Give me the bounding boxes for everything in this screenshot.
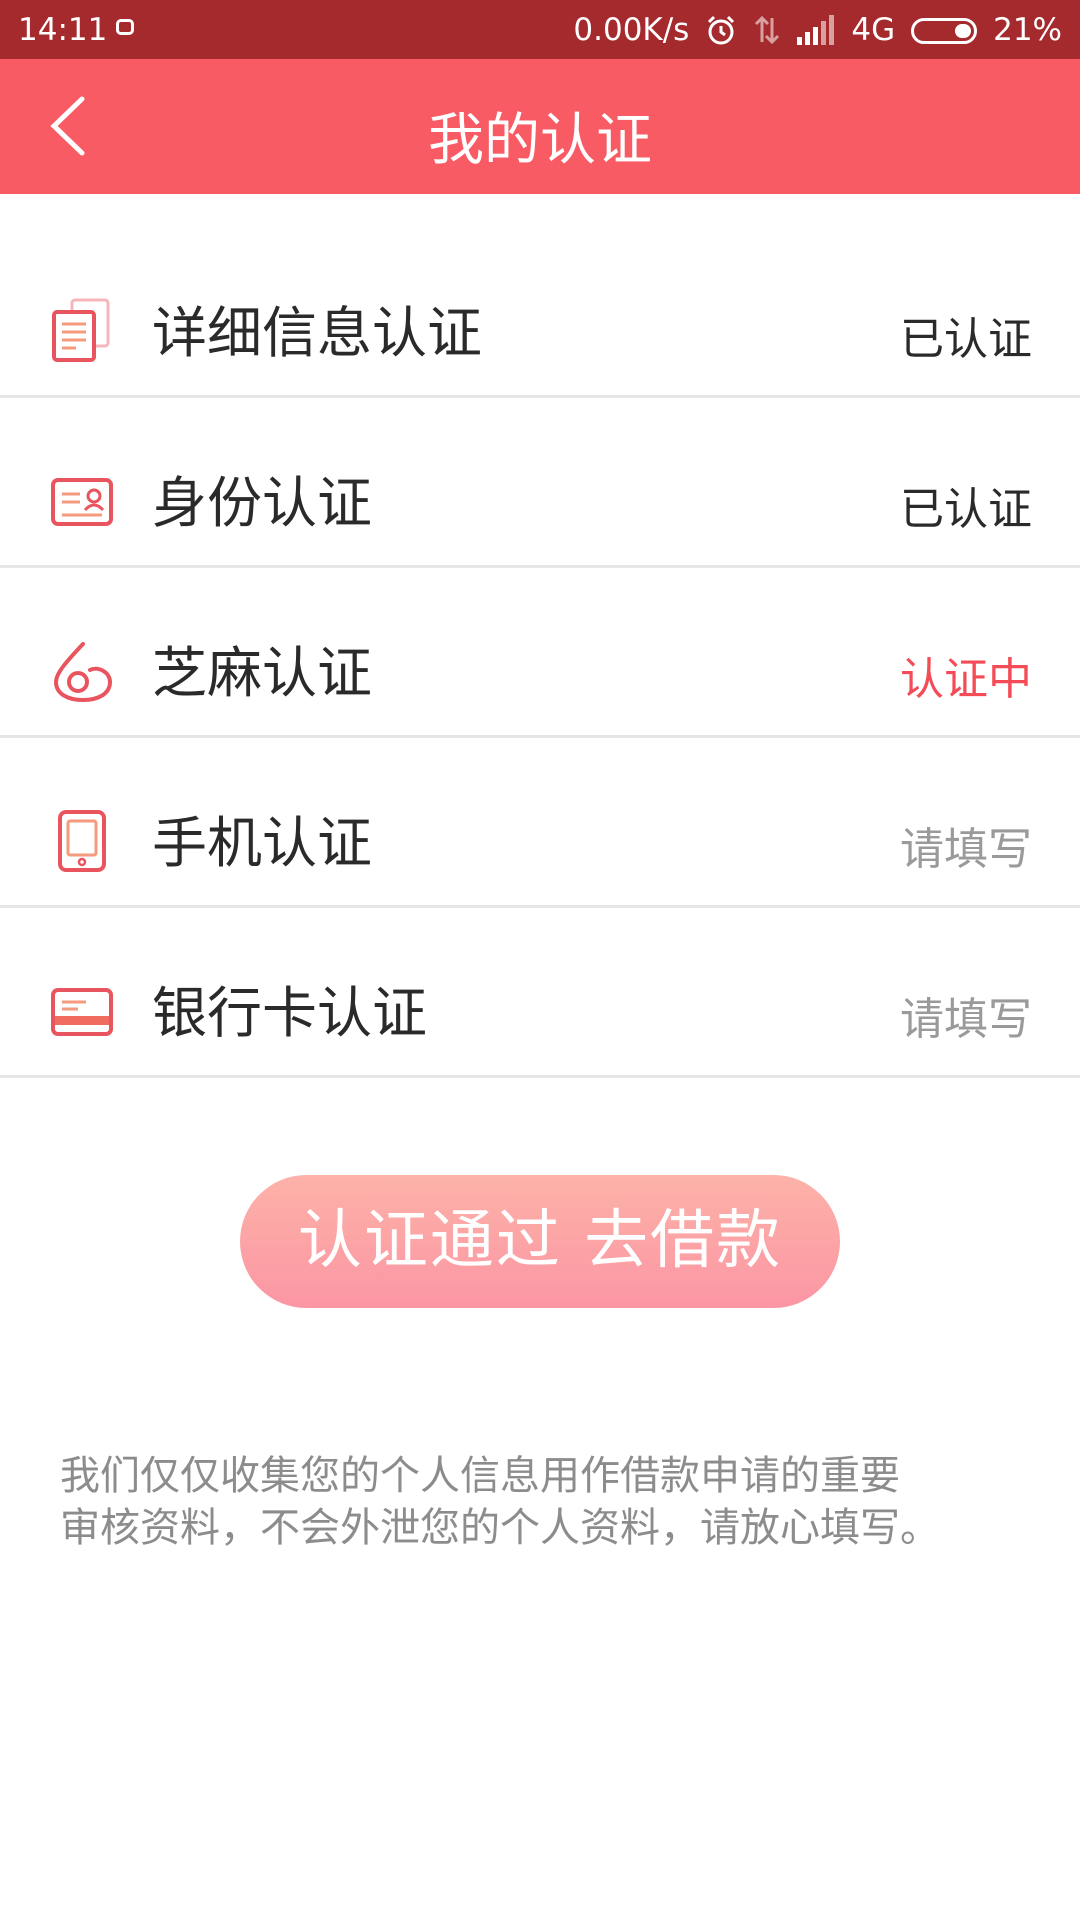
item-label: 身份认证	[152, 471, 373, 535]
notification-icon	[116, 19, 134, 35]
privacy-note-line: 审核资料，不会外泄您的个人资料，请放心填写。	[60, 1505, 940, 1551]
battery-icon	[911, 18, 978, 44]
page-title: 我的认证	[428, 108, 652, 173]
item-label: 详细信息认证	[152, 301, 483, 365]
certification-list: 详细信息认证 已认证 身份认证 已认证 芝麻认证 认证中 手机认证 请填写 银行…	[0, 228, 1080, 1078]
bank-card-icon	[51, 988, 113, 1036]
alarm-icon	[708, 15, 735, 45]
signal-icon	[797, 15, 835, 45]
list-item-phone[interactable]: 手机认证 请填写	[0, 738, 1080, 908]
id-card-icon	[51, 478, 113, 526]
network-speed: 0.00K/s	[573, 12, 690, 48]
item-status: 请填写	[900, 824, 1032, 875]
status-bar: 14:11 0.00K/s 4G 21%	[0, 0, 1080, 59]
item-status: 认证中	[900, 654, 1032, 705]
document-icon	[52, 298, 110, 362]
app-header: 我的认证	[0, 59, 1080, 194]
data-transfer-icon	[755, 15, 780, 45]
status-time: 14:11	[18, 12, 108, 48]
list-item-sesame[interactable]: 芝麻认证 认证中	[0, 568, 1080, 738]
item-label: 芝麻认证	[152, 641, 373, 705]
phone-icon	[58, 810, 106, 872]
item-label: 手机认证	[152, 811, 373, 875]
item-status: 已认证	[900, 314, 1032, 365]
network-type: 4G	[851, 12, 896, 48]
list-item-identity[interactable]: 身份认证 已认证	[0, 398, 1080, 568]
item-status: 已认证	[900, 484, 1032, 535]
status-indicators: 0.00K/s 4G 21%	[573, 12, 1062, 48]
list-item-bank-card[interactable]: 银行卡认证 请填写	[0, 908, 1080, 1078]
privacy-note: 我们仅仅收集您的个人信息用作借款申请的重要 审核资料，不会外泄您的个人资料，请放…	[60, 1450, 1020, 1554]
item-status: 请填写	[900, 994, 1032, 1045]
sesame-icon	[53, 642, 113, 703]
verify-and-borrow-button[interactable]: 认证通过 去借款	[240, 1175, 840, 1308]
list-item-detail-info[interactable]: 详细信息认证 已认证	[0, 228, 1080, 398]
battery-level: 21%	[993, 12, 1062, 48]
privacy-note-line: 我们仅仅收集您的个人信息用作借款申请的重要	[60, 1453, 900, 1499]
item-label: 银行卡认证	[152, 981, 428, 1045]
